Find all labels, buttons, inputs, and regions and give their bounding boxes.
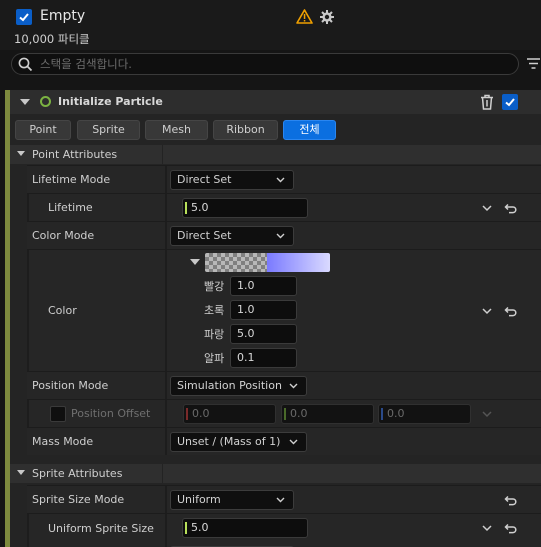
collapse-arrow-icon[interactable] <box>20 99 30 105</box>
gear-icon[interactable] <box>319 9 335 25</box>
lifetime-mode-value: Direct Set <box>177 173 232 186</box>
sprite-attributes-header[interactable]: Sprite Attributes <box>10 464 541 483</box>
uniform-sprite-size-input[interactable]: 5.0 <box>182 518 308 538</box>
module-title: Initialize Particle <box>58 95 163 108</box>
blue-channel-input[interactable]: 5.0 <box>230 324 297 344</box>
emitter-header: Empty 10,000 파티클 <box>0 0 541 50</box>
lifetime-row: Lifetime 5.0 <box>27 193 541 221</box>
lifetime-mode-dropdown[interactable]: Direct Set <box>170 170 294 190</box>
color-mode-dropdown[interactable]: Direct Set <box>170 226 294 246</box>
tab-sprite[interactable]: Sprite <box>77 120 140 140</box>
tab-all[interactable]: 전체 <box>283 120 336 140</box>
search-icon <box>18 57 33 72</box>
position-offset-y-value: 0.0 <box>290 407 308 420</box>
position-mode-value: Simulation Position <box>177 379 282 392</box>
collapse-arrow-icon[interactable] <box>17 470 25 475</box>
chevron-down-icon[interactable] <box>482 308 492 315</box>
sprite-size-mode-row: Sprite Size Mode Uniform <box>27 485 541 513</box>
color-mode-value: Direct Set <box>177 229 232 242</box>
position-mode-label: Position Mode <box>32 379 109 392</box>
position-offset-label: Position Offset <box>71 407 151 420</box>
red-channel-input[interactable]: 1.0 <box>230 276 297 296</box>
red-channel-value: 1.0 <box>237 279 255 292</box>
stack-search-box[interactable] <box>11 53 519 75</box>
position-offset-z-value: 0.0 <box>387 407 405 420</box>
uniform-sprite-size-value: 5.0 <box>191 521 209 534</box>
position-offset-y-input[interactable]: 0.0 <box>281 404 374 424</box>
collapse-arrow-icon[interactable] <box>17 151 25 156</box>
position-offset-row: Position Offset 0.0 0.0 0.0 <box>27 399 541 427</box>
reset-arrow-icon[interactable] <box>504 523 517 534</box>
chevron-down-icon <box>276 177 285 183</box>
checkmark-icon <box>505 98 515 107</box>
mass-mode-row: Mass Mode Unset / (Mass of 1) <box>27 427 541 455</box>
tab-point[interactable]: Point <box>15 120 71 140</box>
warning-icon[interactable] <box>296 9 313 24</box>
color-row: Color 빨강 1.0 초록 1.0 파랑 5.0 알파 0.1 <box>27 249 541 371</box>
sprite-size-mode-label: Sprite Size Mode <box>32 493 125 506</box>
position-mode-row: Position Mode Simulation Position <box>27 371 541 399</box>
chevron-down-icon[interactable] <box>482 411 492 418</box>
color-mode-row: Color Mode Direct Set <box>27 221 541 249</box>
particle-count: 10,000 파티클 <box>14 32 90 46</box>
chevron-down-icon <box>276 497 285 503</box>
green-channel-label: 초록 <box>204 304 225 317</box>
lifetime-value: 5.0 <box>191 201 209 214</box>
mass-mode-dropdown[interactable]: Unset / (Mass of 1) <box>170 432 307 452</box>
mass-mode-label: Mass Mode <box>32 435 94 448</box>
lifetime-input[interactable]: 5.0 <box>182 198 308 218</box>
lifetime-mode-row: Lifetime Mode Direct Set <box>27 165 541 193</box>
chevron-down-icon[interactable] <box>482 205 492 212</box>
uniform-sprite-size-label: Uniform Sprite Size <box>48 521 154 535</box>
position-offset-x-input[interactable]: 0.0 <box>183 404 276 424</box>
lifetime-mode-label: Lifetime Mode <box>32 173 111 186</box>
tab-ribbon[interactable]: Ribbon <box>213 120 278 140</box>
filter-icon[interactable] <box>526 56 541 71</box>
trash-icon[interactable] <box>480 94 494 110</box>
search-input[interactable] <box>40 56 510 72</box>
reset-arrow-icon[interactable] <box>504 203 517 214</box>
chevron-down-icon <box>289 439 298 445</box>
green-channel-input[interactable]: 1.0 <box>230 300 297 320</box>
blue-channel-value: 5.0 <box>237 327 255 340</box>
chevron-down-icon[interactable] <box>482 525 492 532</box>
lifetime-label: Lifetime <box>48 201 93 214</box>
section-title: Sprite Attributes <box>32 467 123 480</box>
mass-mode-value: Unset / (Mass of 1) <box>177 435 281 448</box>
position-mode-dropdown[interactable]: Simulation Position <box>170 376 307 396</box>
section-title: Point Attributes <box>32 148 118 161</box>
sprite-size-mode-dropdown[interactable]: Uniform <box>170 490 294 510</box>
reset-arrow-icon[interactable] <box>504 495 517 506</box>
green-channel-value: 1.0 <box>237 303 255 316</box>
blue-channel-label: 파랑 <box>204 328 225 341</box>
point-attributes-header[interactable]: Point Attributes <box>10 145 541 164</box>
color-label: Color <box>48 304 77 317</box>
emitter-name: Empty <box>40 8 86 24</box>
alpha-channel-input[interactable]: 0.1 <box>230 348 297 368</box>
module-status-icon <box>40 96 51 107</box>
expand-arrow-icon[interactable] <box>190 259 200 265</box>
alpha-channel-label: 알파 <box>204 352 225 365</box>
module-enabled-checkbox[interactable] <box>502 94 518 110</box>
position-offset-x-value: 0.0 <box>192 407 210 420</box>
alpha-channel-value: 0.1 <box>237 351 255 364</box>
position-offset-checkbox[interactable] <box>50 406 66 422</box>
checkmark-icon <box>19 13 29 22</box>
chevron-down-icon <box>289 383 298 389</box>
tab-mesh[interactable]: Mesh <box>145 120 208 140</box>
sprite-size-mode-value: Uniform <box>177 493 221 506</box>
color-mode-label: Color Mode <box>32 229 95 242</box>
module-header[interactable]: Initialize Particle <box>10 90 541 114</box>
red-channel-label: 빨강 <box>204 280 225 293</box>
color-swatch[interactable] <box>205 253 330 272</box>
position-offset-z-input[interactable]: 0.0 <box>378 404 471 424</box>
emitter-enabled-checkbox[interactable] <box>16 9 32 25</box>
reset-arrow-icon[interactable] <box>504 306 517 317</box>
chevron-down-icon <box>276 233 285 239</box>
initialize-particle-module: Initialize Particle Point Sprite Mesh Ri… <box>5 90 541 547</box>
uniform-sprite-size-row: Uniform Sprite Size 5.0 <box>27 513 541 547</box>
